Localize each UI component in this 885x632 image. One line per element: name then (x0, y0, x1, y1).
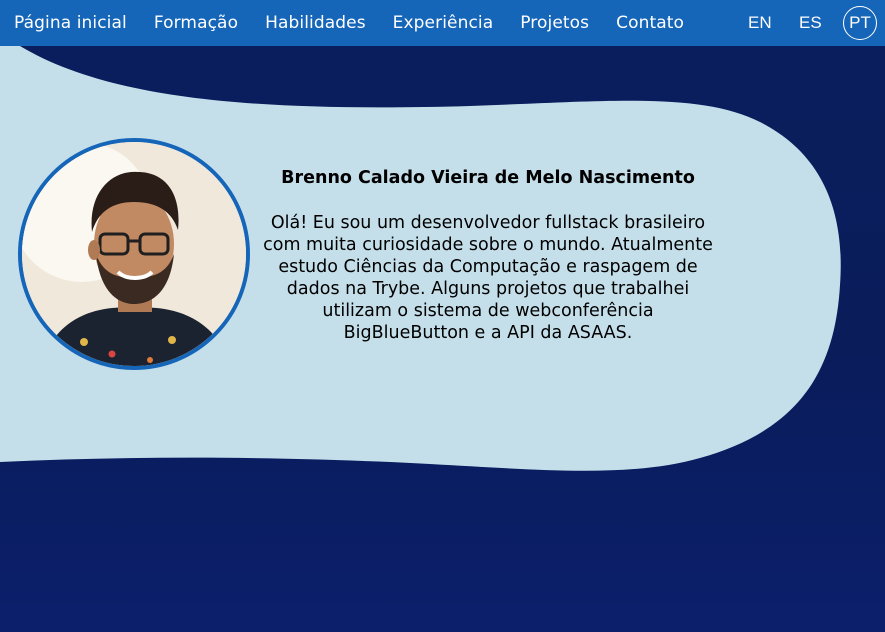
profile-photo (22, 142, 246, 366)
profile-bio: Olá! Eu sou um desenvolvedor fullstack b… (263, 213, 713, 343)
profile-avatar (18, 138, 250, 370)
profile-name: Brenno Calado Vieira de Melo Nascimento (281, 168, 695, 188)
profile-content: Brenno Calado Vieira de Melo Nascimento … (262, 164, 714, 344)
